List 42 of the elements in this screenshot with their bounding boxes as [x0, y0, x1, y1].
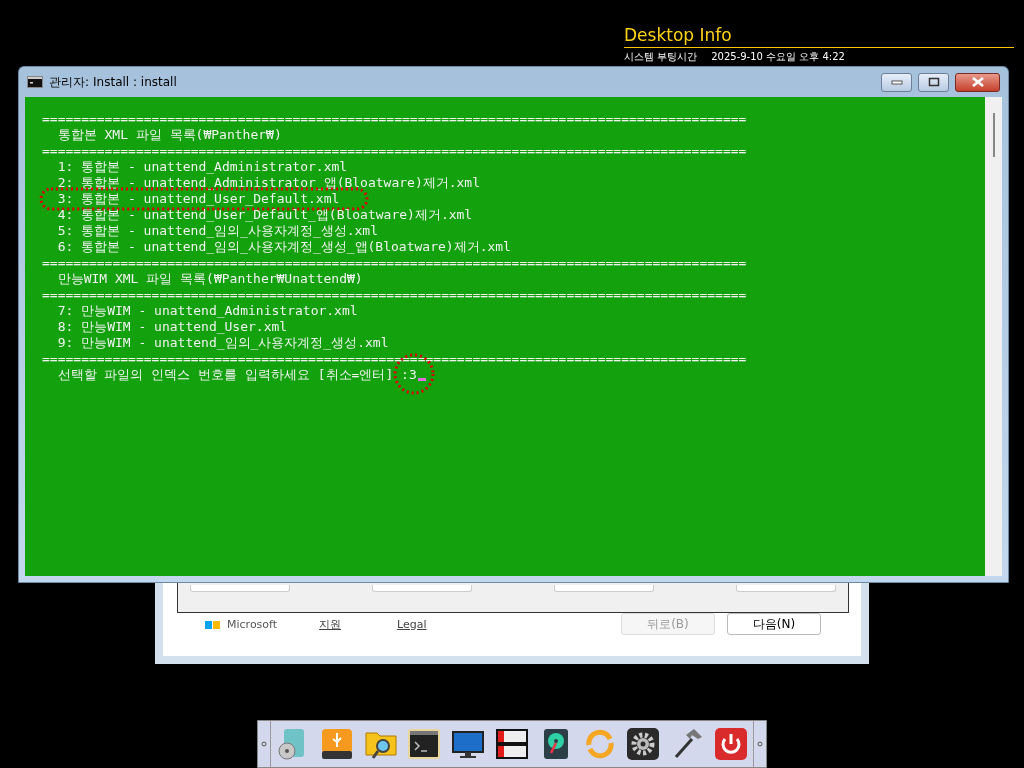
separator-line: ==========================================================================================: [42, 287, 748, 303]
text-cursor: [417, 378, 426, 381]
footer-link[interactable]: 지원: [319, 616, 342, 632]
grip-icon: [261, 741, 267, 747]
console-line: 5: 통합본 - unattend_임의_사용자계정_생성.xml: [56, 223, 378, 239]
separator-line: ==========================================================================================: [42, 143, 748, 159]
console-line: 1: 통합본 - unattend_Administrator.xml: [56, 159, 348, 175]
maximize-icon: [927, 77, 940, 87]
wizard-button[interactable]: 다음(N): [727, 613, 821, 635]
scrollbar[interactable]: [985, 97, 1002, 576]
console-icon: [27, 76, 43, 88]
close-icon: [970, 77, 985, 87]
console-line: 2: 통합본 - unattend_Administrator_앱(Bloatware)제거.xml: [56, 175, 481, 191]
console-line: 통합본 XML 파일 목록(₩Panther₩): [56, 127, 282, 143]
terminal-icon[interactable]: [407, 727, 442, 761]
boot-time-label: 시스템 부팅시간: [624, 50, 698, 63]
console-line: 7: 만능WIM - unattend_Administrator.xml: [56, 303, 358, 319]
maximize-button[interactable]: [918, 72, 949, 92]
separator-line: ==========================================================================================: [42, 111, 748, 127]
window-title-prefix: 관리자:: [49, 73, 90, 91]
console-line: 9: 만능WIM - unattend_임의_사용자계정_생성.xml: [56, 335, 389, 351]
window-title: Install : install: [93, 75, 177, 89]
minimize-button[interactable]: [881, 72, 912, 92]
brand-name: Microsoft: [227, 617, 278, 631]
console-line: 3: 통합본 - unattend_User_Default.xml: [56, 191, 340, 207]
console-line: 8: 만능WIM - unattend_User.xml: [56, 319, 288, 335]
usb-drive-icon[interactable]: [319, 727, 354, 761]
desktop-info-title: Desktop Info: [624, 24, 732, 46]
settings-icon[interactable]: [626, 727, 661, 761]
logo-icon: [205, 619, 221, 629]
separator-line: ==========================================================================================: [42, 255, 748, 271]
console-line: 6: 통합본 - unattend_임의_사용자계정_생성_앱(Bloatware)제거.xml: [56, 239, 511, 255]
drives-icon[interactable]: [494, 727, 529, 761]
boot-time-value: 2025-9-10 수요일 오후 4:22: [711, 50, 845, 63]
console-line: 만능WIM XML 파일 목록(₩Panther₩Unattend₩): [56, 271, 363, 287]
close-button[interactable]: [955, 72, 1000, 92]
footer-link[interactable]: Legal: [397, 617, 427, 631]
console-line: 4: 통합본 - unattend_User_Default_앱(Bloatware)제거.xml: [56, 207, 473, 223]
console-prompt: 선택할 파일의 인덱스 번호를 입력하세요 [취소=엔터]: [56, 367, 395, 383]
grip-icon: [757, 741, 763, 747]
power-icon[interactable]: [714, 727, 749, 761]
minimize-icon: [890, 79, 903, 85]
